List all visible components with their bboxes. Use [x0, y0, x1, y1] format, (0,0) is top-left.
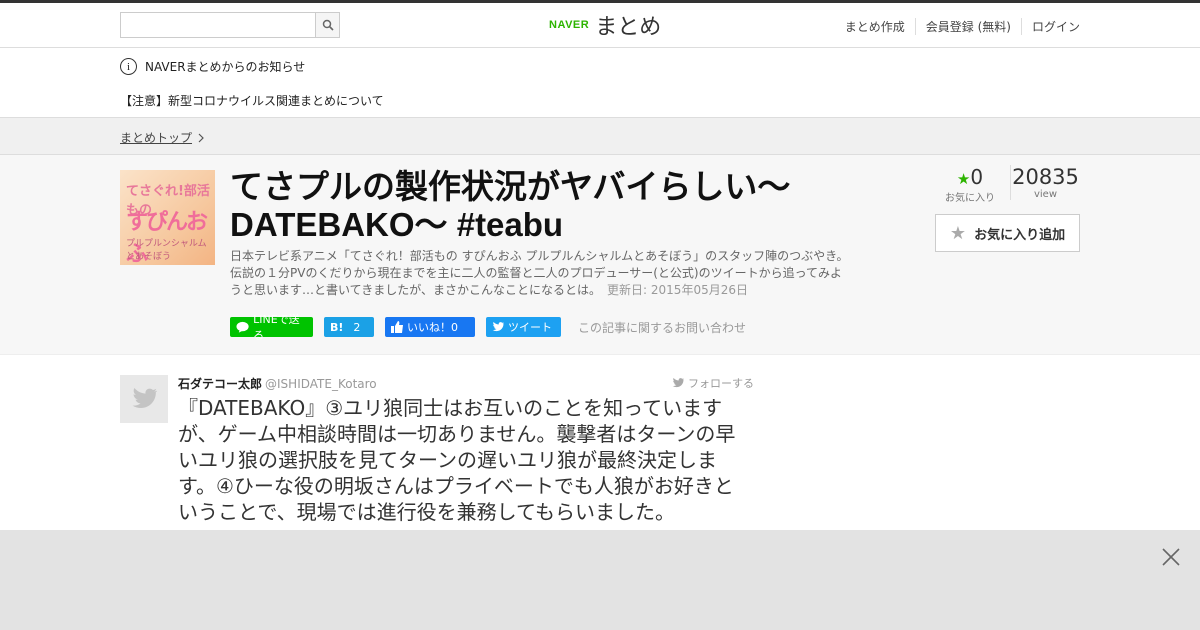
- line-share-label: LINEで送る: [253, 313, 300, 342]
- notice-title: NAVERまとめからのお知らせ: [145, 60, 306, 74]
- article-thumbnail[interactable]: てさぐれ!部活もの すぴんおふ プルプルンシャルムとあそぼう: [120, 170, 215, 265]
- avatar[interactable]: [120, 375, 168, 423]
- star-outline-icon: ★: [949, 222, 967, 244]
- favorites-stat: ★0 お気に入り: [940, 165, 1000, 204]
- header-nav: まとめ作成 会員登録 (無料) ログイン: [835, 18, 1080, 35]
- hatena-count: 2: [353, 320, 361, 334]
- facebook-like-button[interactable]: いいね！0: [385, 317, 475, 337]
- star-icon: ★: [956, 170, 971, 188]
- article-header: てさぐれ!部活もの すぴんおふ プルプルンシャルムとあそぼう てさプルの製作状況…: [0, 155, 1200, 355]
- description-text: 日本テレビ系アニメ「てさぐれ！部活もの すぴんおふ プルプルんシャルムとあそぼう…: [230, 249, 849, 297]
- updated-date: 更新日: 2015年05月26日: [607, 283, 748, 297]
- breadcrumb-top-label: まとめトップ: [120, 131, 193, 145]
- thumbs-up-icon: [391, 321, 403, 333]
- login-link[interactable]: ログイン: [1020, 18, 1080, 35]
- follow-button[interactable]: フォローする: [672, 375, 754, 391]
- search-input[interactable]: [121, 13, 315, 37]
- article-description: 日本テレビ系アニメ「てさぐれ！部活もの すぴんおふ プルプルんシャルムとあそぼう…: [230, 248, 850, 299]
- add-favorite-button[interactable]: ★ お気に入り追加: [935, 214, 1080, 252]
- notice-heading: i NAVERまとめからのお知らせ: [120, 58, 305, 75]
- breadcrumb: まとめトップ: [0, 118, 1200, 155]
- logo-naver: NAVER: [549, 19, 590, 31]
- favorites-label: お気に入り: [945, 193, 995, 204]
- tweet-author[interactable]: 石ダテコー太郎 @ISHIDATE_Kotaro: [178, 375, 377, 392]
- notice-item-link[interactable]: 【注意】新型コロナウイルス関連まとめについて: [120, 92, 384, 109]
- tweet-author-name: 石ダテコー太郎: [178, 377, 263, 391]
- twitter-bird-icon: [492, 322, 504, 332]
- tweet-label: ツイート: [508, 321, 552, 334]
- facebook-like-label: いいね！0: [407, 321, 458, 334]
- line-share-button[interactable]: LINEで送る: [230, 313, 313, 342]
- thumbnail-text-3: プルプルンシャルムとあそぼう: [126, 239, 207, 262]
- share-buttons: LINEで送る B! 2 いいね！0 ツイート この記事に関するお問い合わせ: [230, 313, 746, 342]
- hatena-bookmark-button[interactable]: B! 2: [324, 317, 374, 337]
- search-box: [120, 12, 340, 38]
- views-count: 20835: [1012, 165, 1079, 189]
- site-logo[interactable]: NAVER まとめ: [549, 9, 661, 41]
- inquiry-link[interactable]: この記事に関するお問い合わせ: [578, 319, 746, 336]
- twitter-bird-icon: [132, 388, 157, 408]
- breadcrumb-top-link[interactable]: まとめトップ: [120, 129, 204, 146]
- notice-area: i NAVERまとめからのお知らせ 【注意】新型コロナウイルス関連まとめについて: [0, 48, 1200, 118]
- bottom-ad-overlay: [0, 530, 1200, 630]
- hatena-label: B!: [330, 320, 344, 334]
- article-stats: ★0 お気に入り 20835 view: [935, 165, 1080, 205]
- site-header: NAVER まとめ まとめ作成 会員登録 (無料) ログイン: [0, 3, 1200, 48]
- close-icon[interactable]: [1162, 548, 1180, 566]
- logo-matome: まとめ: [595, 15, 662, 40]
- tweet-author-handle: @ISHIDATE_Kotaro: [265, 377, 377, 391]
- tweet-text: 『DATEBAKO』③ユリ狼同士はお互いのことを知っていますが、ゲーム中相談時間…: [178, 396, 736, 524]
- follow-label: フォローする: [688, 377, 754, 390]
- views-stat: 20835 view: [1010, 165, 1080, 200]
- article-title: てさプルの製作状況がヤバイらしい～DATEBAKO～ #teabu: [230, 168, 791, 243]
- line-icon: [236, 321, 249, 333]
- add-favorite-label: お気に入り追加: [974, 227, 1066, 243]
- tweet-button[interactable]: ツイート: [486, 317, 561, 337]
- create-matome-link[interactable]: まとめ作成: [835, 18, 915, 35]
- register-link[interactable]: 会員登録 (無料): [914, 18, 1021, 35]
- twitter-bird-icon: [672, 378, 684, 388]
- chevron-right-icon: [198, 133, 204, 142]
- views-label: view: [1033, 189, 1058, 200]
- favorites-count: 0: [970, 165, 984, 189]
- search-icon: [322, 19, 334, 31]
- search-button[interactable]: [315, 13, 339, 37]
- info-icon: i: [120, 58, 137, 75]
